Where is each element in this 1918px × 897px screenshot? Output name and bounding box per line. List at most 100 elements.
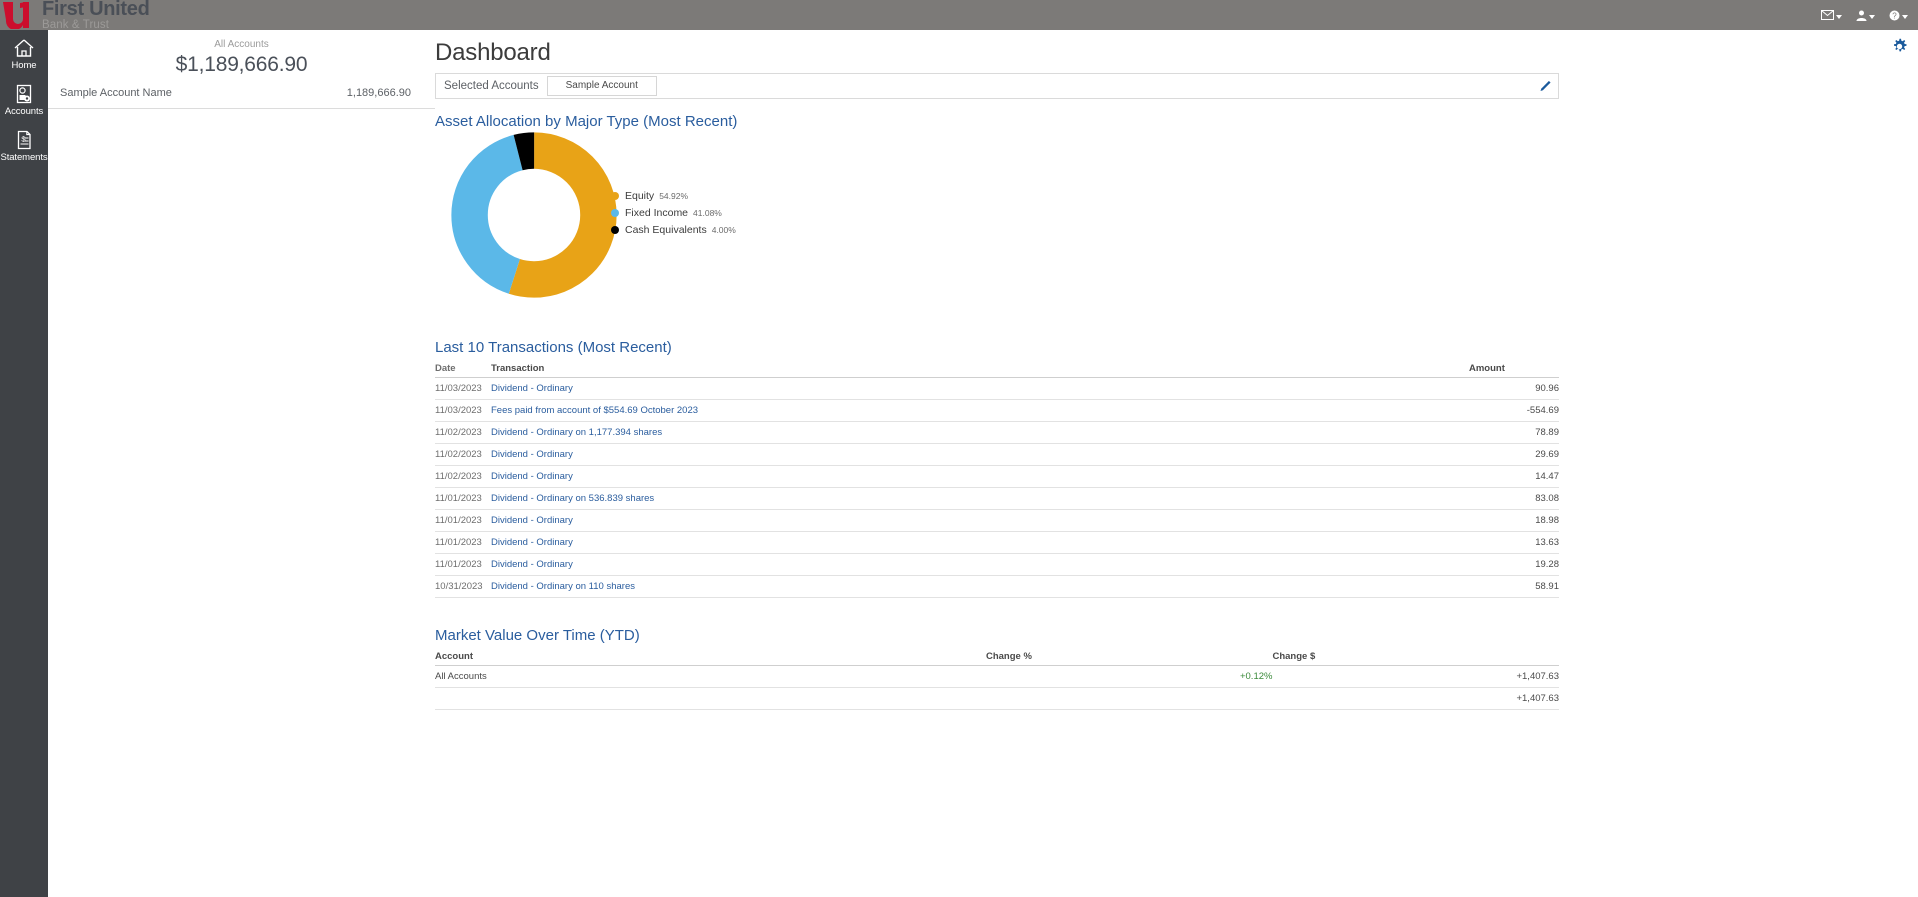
transactions-title: Last 10 Transactions (Most Recent) xyxy=(435,339,672,356)
column-header-amount[interactable]: Amount xyxy=(1469,361,1559,378)
cell-total-change-dollar: +1,407.63 xyxy=(1272,687,1559,710)
topbar-icon-group: ? xyxy=(1821,0,1908,30)
legend-label: Fixed Income xyxy=(625,207,689,219)
cell-total-change-pct xyxy=(985,687,1273,710)
legend-label: Equity xyxy=(625,190,655,202)
brand-logo[interactable]: First United Bank & Trust xyxy=(0,0,150,31)
top-bar: First United Bank & Trust ? xyxy=(0,0,1918,31)
legend-swatch-cash-equivalents xyxy=(611,226,619,234)
cell-date: 11/02/2023 xyxy=(435,421,491,444)
cell-transaction[interactable]: Dividend - Ordinary xyxy=(491,443,1469,466)
page-title: Dashboard xyxy=(435,39,551,66)
edit-selected-accounts-button[interactable] xyxy=(1539,80,1552,93)
table-total-row: +1,407.63 xyxy=(435,687,1559,710)
selected-account-chip[interactable]: Sample Account xyxy=(546,76,657,96)
brand-tagline: Bank & Trust xyxy=(42,18,110,31)
gear-icon xyxy=(1891,38,1908,55)
cell-transaction[interactable]: Dividend - Ordinary on 536.839 shares xyxy=(491,487,1469,510)
cell-date: 11/03/2023 xyxy=(435,399,491,422)
legend-value: 41.08% xyxy=(693,208,722,218)
cell-transaction[interactable]: Dividend - Ordinary xyxy=(491,377,1469,400)
main-content: Dashboard Selected Accounts Sample Accou… xyxy=(435,30,1918,897)
asset-allocation-title: Asset Allocation by Major Type (Most Rec… xyxy=(435,113,738,130)
cell-transaction[interactable]: Dividend - Ordinary on 1,177.394 shares xyxy=(491,421,1469,444)
donut-slice-cash-equivalents xyxy=(451,132,617,298)
cell-date: 11/01/2023 xyxy=(435,509,491,532)
pencil-icon xyxy=(1539,80,1552,93)
legend-item[interactable]: Cash Equivalents 4.00% xyxy=(611,224,736,236)
chevron-down-icon xyxy=(1869,14,1875,19)
account-amount: 1,189,666.90 xyxy=(346,87,411,99)
column-header-date[interactable]: Date xyxy=(435,361,491,378)
table-row[interactable]: 11/01/2023 Dividend - Ordinary 19.28 xyxy=(435,553,1559,576)
table-row[interactable]: 11/02/2023 Dividend - Ordinary on 1,177.… xyxy=(435,421,1559,444)
cell-date: 11/03/2023 xyxy=(435,377,491,400)
account-name: Sample Account Name xyxy=(60,87,172,99)
cell-date: 11/01/2023 xyxy=(435,531,491,554)
column-header-change-pct[interactable]: Change % xyxy=(985,649,1273,666)
transactions-table: Date Transaction Amount 11/03/2023 Divid… xyxy=(435,361,1559,598)
sidebar-item-home[interactable]: Home xyxy=(0,30,48,76)
column-header-account[interactable]: Account xyxy=(435,649,986,666)
table-row[interactable]: 11/01/2023 Dividend - Ordinary 13.63 xyxy=(435,531,1559,554)
cell-amount: 58.91 xyxy=(1469,575,1559,598)
cell-transaction[interactable]: Dividend - Ordinary xyxy=(491,531,1469,554)
cell-amount: 13.63 xyxy=(1469,531,1559,554)
cell-total-account xyxy=(435,687,986,710)
account-total-label: All Accounts xyxy=(214,39,269,50)
cell-amount: 78.89 xyxy=(1469,421,1559,444)
chevron-down-icon xyxy=(1836,14,1842,19)
user-icon[interactable] xyxy=(1856,10,1875,21)
cell-transaction[interactable]: Dividend - Ordinary on 110 shares xyxy=(491,575,1469,598)
donut-chart xyxy=(449,130,619,300)
sidebar-nav: Home Accounts $ Statements xyxy=(0,30,48,897)
cell-amount: 18.98 xyxy=(1469,509,1559,532)
sidebar-item-statements[interactable]: $ Statements xyxy=(0,122,48,168)
cell-amount: -554.69 xyxy=(1469,399,1559,422)
help-icon[interactable]: ? xyxy=(1889,10,1908,21)
legend-item[interactable]: Fixed Income 41.08% xyxy=(611,207,736,219)
svg-text:?: ? xyxy=(1892,11,1897,20)
settings-gear-button[interactable] xyxy=(1891,38,1908,55)
cell-transaction[interactable]: Fees paid from account of $554.69 Octobe… xyxy=(491,399,1469,422)
cell-amount: 29.69 xyxy=(1469,443,1559,466)
table-row[interactable]: 11/03/2023 Dividend - Ordinary 90.96 xyxy=(435,377,1559,400)
transactions-body: 11/03/2023 Dividend - Ordinary 90.96 11/… xyxy=(435,377,1559,598)
legend-item[interactable]: Equity 54.92% xyxy=(611,190,736,202)
account-list-item[interactable]: Sample Account Name 1,189,666.90 xyxy=(48,78,435,109)
cell-date: 11/02/2023 xyxy=(435,443,491,466)
cell-date: 11/01/2023 xyxy=(435,487,491,510)
table-row[interactable]: 10/31/2023 Dividend - Ordinary on 110 sh… xyxy=(435,575,1559,598)
column-header-change-dollar[interactable]: Change $ xyxy=(1272,649,1559,666)
legend-swatch-fixed-income xyxy=(611,209,619,217)
cell-transaction[interactable]: Dividend - Ordinary xyxy=(491,509,1469,532)
column-header-transaction[interactable]: Transaction xyxy=(491,361,1469,378)
selected-accounts-bar: Selected Accounts Sample Account xyxy=(435,73,1559,99)
table-header-row: Account Change % Change $ xyxy=(435,649,1559,666)
table-row[interactable]: 11/03/2023 Fees paid from account of $55… xyxy=(435,399,1559,422)
cell-account: All Accounts xyxy=(435,665,986,688)
sidebar-item-accounts[interactable]: Accounts xyxy=(0,76,48,122)
accounts-panel: All Accounts $1,189,666.90 Sample Accoun… xyxy=(48,30,435,897)
market-value-body: All Accounts +0.12% +1,407.63 +1,407.63 xyxy=(435,665,1559,710)
table-row[interactable]: All Accounts +0.12% +1,407.63 xyxy=(435,665,1559,688)
cell-amount: 14.47 xyxy=(1469,465,1559,488)
selected-accounts-label: Selected Accounts xyxy=(444,80,539,92)
cell-date: 10/31/2023 xyxy=(435,575,491,598)
table-row[interactable]: 11/01/2023 Dividend - Ordinary 18.98 xyxy=(435,509,1559,532)
mail-icon[interactable] xyxy=(1821,10,1842,20)
account-total-summary: All Accounts $1,189,666.90 xyxy=(48,30,435,78)
table-row[interactable]: 11/01/2023 Dividend - Ordinary on 536.83… xyxy=(435,487,1559,510)
market-value-table: Account Change % Change $ All Accounts +… xyxy=(435,649,1559,710)
cell-transaction[interactable]: Dividend - Ordinary xyxy=(491,553,1469,576)
table-row[interactable]: 11/02/2023 Dividend - Ordinary 14.47 xyxy=(435,465,1559,488)
legend-value: 4.00% xyxy=(711,225,736,235)
cell-transaction[interactable]: Dividend - Ordinary xyxy=(491,465,1469,488)
chart-legend: Equity 54.92% Fixed Income 41.08% Cash E… xyxy=(611,190,736,241)
table-row[interactable]: 11/02/2023 Dividend - Ordinary 29.69 xyxy=(435,443,1559,466)
cell-change-pct: +0.12% xyxy=(985,665,1273,688)
brand-name: First United xyxy=(42,0,150,20)
svg-text:$: $ xyxy=(21,135,26,144)
u1-logo-icon xyxy=(2,1,36,29)
cell-amount: 83.08 xyxy=(1469,487,1559,510)
